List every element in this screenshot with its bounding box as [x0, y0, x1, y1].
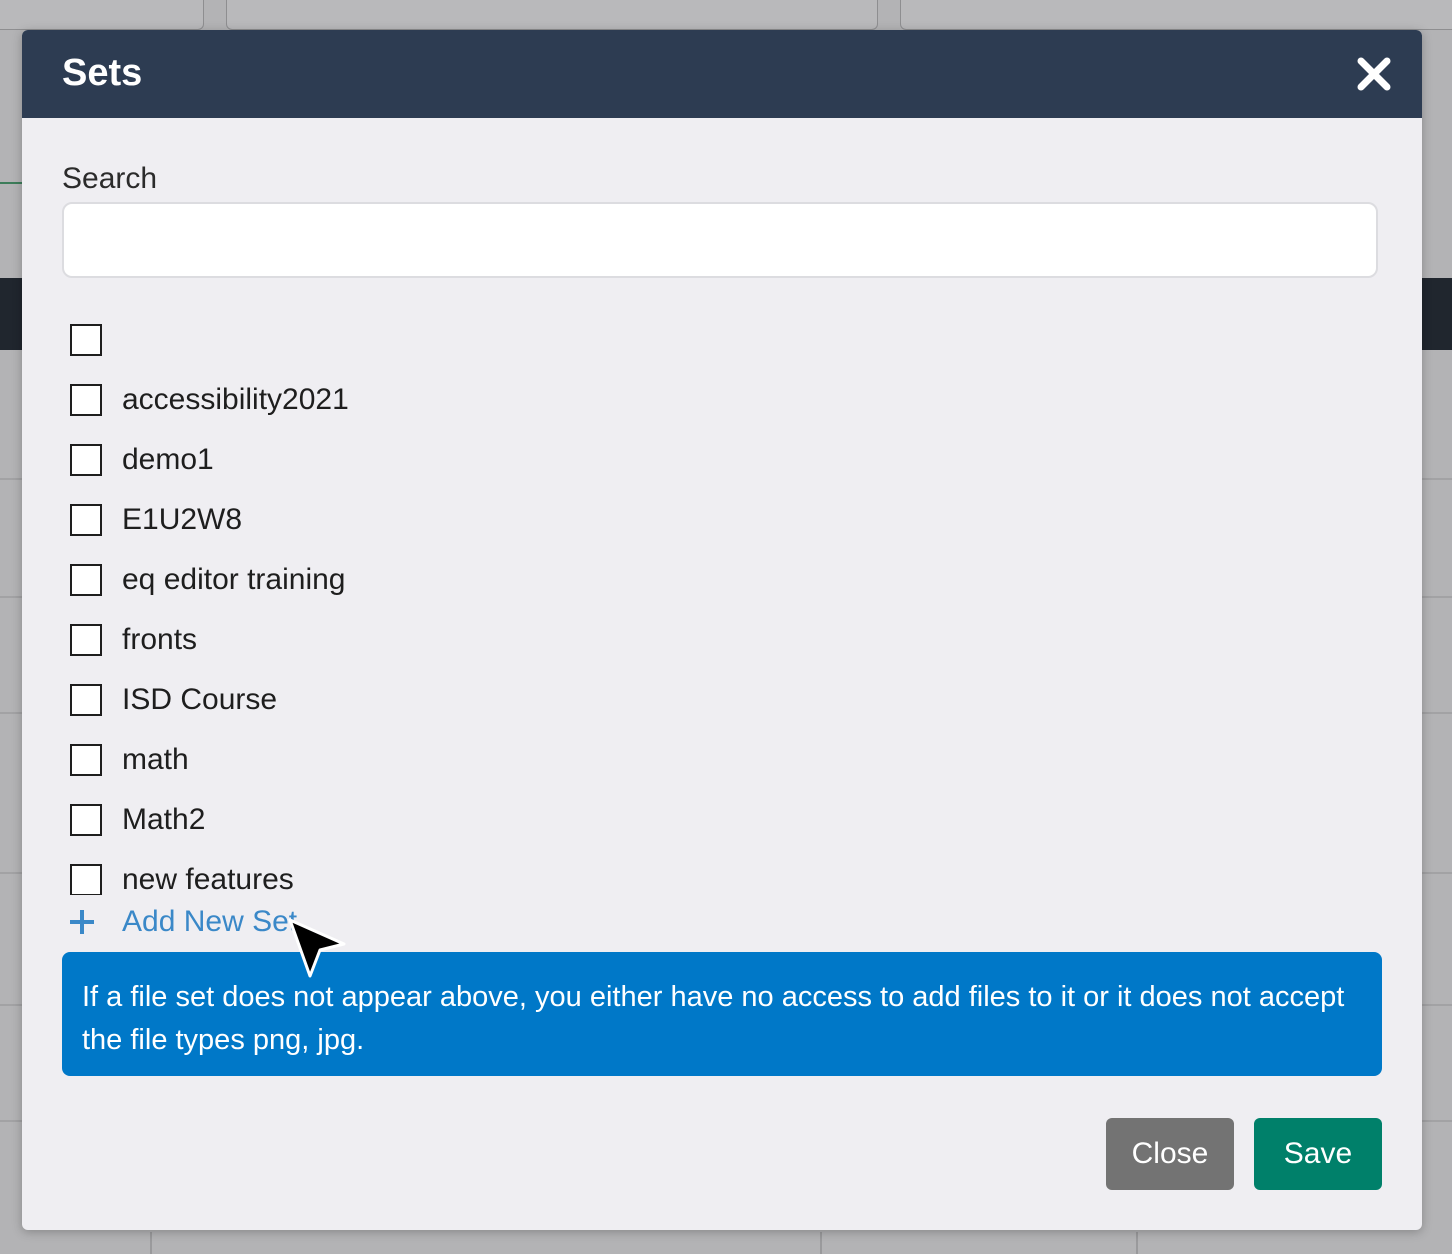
set-item[interactable]: ISD Course [62, 670, 762, 730]
save-button[interactable]: Save [1254, 1118, 1382, 1190]
set-checkbox[interactable] [70, 444, 102, 476]
set-checkbox[interactable] [70, 564, 102, 596]
set-checkbox[interactable] [70, 684, 102, 716]
info-alert: If a file set does not appear above, you… [62, 952, 1382, 1076]
add-new-set-link[interactable]: Add New Set [68, 902, 297, 942]
close-button[interactable]: Close [1106, 1118, 1234, 1190]
set-label: accessibility2021 [122, 383, 349, 416]
set-item[interactable]: eq editor training [62, 550, 762, 610]
set-checkbox[interactable] [70, 384, 102, 416]
modal-header: Sets [22, 30, 1422, 118]
plus-icon [70, 910, 94, 934]
set-item[interactable]: fronts [62, 610, 762, 670]
add-new-set-label: Add New Set [122, 905, 298, 938]
modal-title: Sets [62, 52, 143, 94]
background-column-divider [150, 1232, 152, 1254]
set-label: math [122, 743, 189, 776]
set-label: new features [122, 863, 294, 895]
background-tab-underline [0, 182, 22, 184]
set-checkbox[interactable] [70, 624, 102, 656]
set-label: E1U2W8 [122, 503, 243, 536]
set-item[interactable]: new features [62, 850, 762, 895]
set-label: fronts [122, 623, 198, 656]
set-item[interactable]: accessibility2021 [62, 370, 762, 430]
set-item[interactable]: Math2 [62, 790, 762, 850]
sets-modal: Sets Search accessibility2021 demo1 E1U2… [22, 30, 1422, 1230]
set-label: ISD Course [122, 683, 278, 716]
set-item[interactable] [62, 310, 762, 370]
background-column-divider [820, 1232, 822, 1254]
set-label: demo1 [122, 443, 214, 476]
background-select [226, 0, 878, 30]
set-checkbox[interactable] [70, 864, 102, 895]
background-column-divider [1136, 1232, 1138, 1254]
set-label: Math2 [122, 803, 206, 836]
search-input[interactable] [62, 202, 1378, 278]
search-label: Search [62, 162, 158, 195]
set-item[interactable]: demo1 [62, 430, 762, 490]
set-checkbox[interactable] [70, 804, 102, 836]
set-checkbox[interactable] [70, 504, 102, 536]
close-icon[interactable] [1356, 56, 1392, 92]
mouse-pointer-icon [288, 918, 346, 978]
background-select [0, 0, 204, 30]
background-select [900, 0, 1452, 30]
set-checkbox[interactable] [70, 744, 102, 776]
set-label: eq editor training [122, 563, 346, 596]
set-item[interactable]: math [62, 730, 762, 790]
sets-list: accessibility2021 demo1 E1U2W8 eq editor… [62, 310, 1378, 895]
set-item[interactable]: E1U2W8 [62, 490, 762, 550]
set-checkbox[interactable] [70, 324, 102, 356]
